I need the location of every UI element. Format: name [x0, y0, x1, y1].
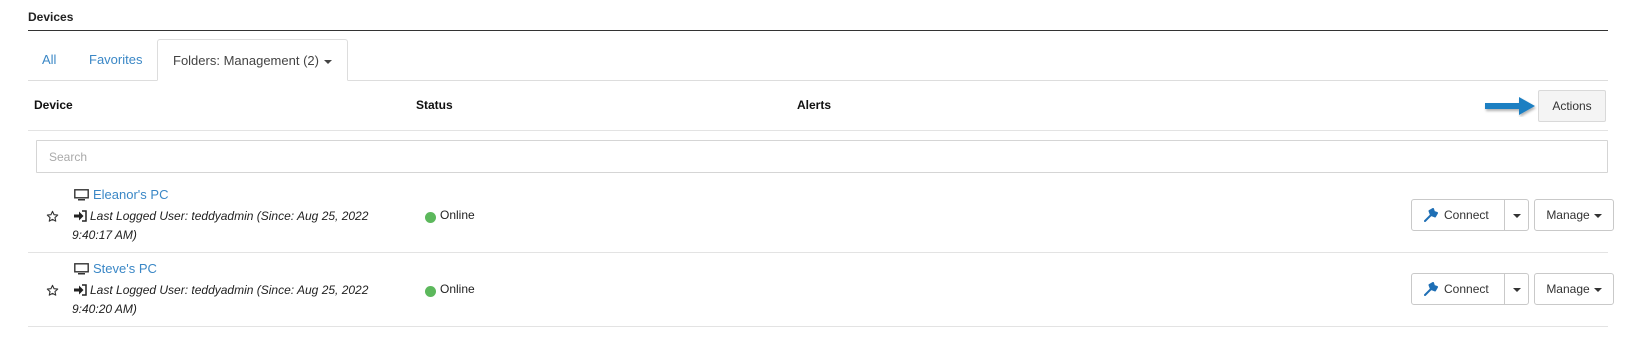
connect-button[interactable]: Connect	[1411, 273, 1505, 305]
device-tabs: All Favorites Folders: Management (2)	[28, 39, 1608, 81]
manage-button[interactable]: Manage	[1534, 273, 1614, 305]
manage-label: Manage	[1546, 282, 1590, 296]
chevron-down-icon	[323, 59, 332, 64]
actions-button[interactable]: Actions	[1538, 90, 1606, 122]
last-logged-user: Last Logged User: teddyadmin (Since: Aug…	[72, 209, 369, 242]
tab-all[interactable]: All	[42, 39, 56, 81]
column-status: Status	[416, 98, 453, 112]
connect-button[interactable]: Connect	[1411, 199, 1505, 231]
connect-label: Connect	[1444, 208, 1489, 222]
chevron-down-icon	[1512, 213, 1521, 218]
monitor-icon	[74, 263, 89, 275]
wrench-icon	[1424, 282, 1438, 296]
status-online-dot	[425, 212, 436, 223]
table-row: Steve's PC Last Logged User: teddyadmin …	[28, 251, 1614, 327]
device-name-link[interactable]: Eleanor's PC	[93, 187, 168, 202]
tab-folders-management[interactable]: Folders: Management (2)	[157, 39, 348, 81]
chevron-down-icon	[1593, 287, 1602, 292]
chevron-down-icon	[1512, 287, 1521, 292]
status-text: Online	[440, 282, 475, 296]
column-alerts: Alerts	[797, 98, 832, 112]
arrow-right-icon	[1485, 97, 1535, 115]
manage-button[interactable]: Manage	[1534, 199, 1614, 231]
last-logged-user: Last Logged User: teddyadmin (Since: Aug…	[72, 283, 369, 316]
status-online-dot	[425, 286, 436, 297]
chevron-down-icon	[1593, 213, 1602, 218]
device-name-link[interactable]: Steve's PC	[93, 261, 157, 276]
table-header: Device Status Alerts Actions	[28, 81, 1608, 131]
column-device: Device	[34, 98, 73, 112]
table-row: Eleanor's PC Last Logged User: teddyadmi…	[28, 177, 1614, 253]
title-divider	[28, 30, 1608, 31]
monitor-icon	[74, 189, 89, 201]
connect-label: Connect	[1444, 282, 1489, 296]
status-text: Online	[440, 208, 475, 222]
section-title: Devices	[28, 10, 74, 24]
wrench-icon	[1424, 208, 1438, 222]
star-outline-icon[interactable]	[46, 284, 59, 297]
tab-folders-label: Folders: Management (2)	[173, 53, 319, 68]
connect-options-button[interactable]	[1504, 199, 1529, 231]
star-outline-icon[interactable]	[46, 210, 59, 223]
tab-favorites[interactable]: Favorites	[89, 39, 142, 81]
connect-options-button[interactable]	[1504, 273, 1529, 305]
manage-label: Manage	[1546, 208, 1590, 222]
search-input[interactable]	[36, 140, 1608, 173]
